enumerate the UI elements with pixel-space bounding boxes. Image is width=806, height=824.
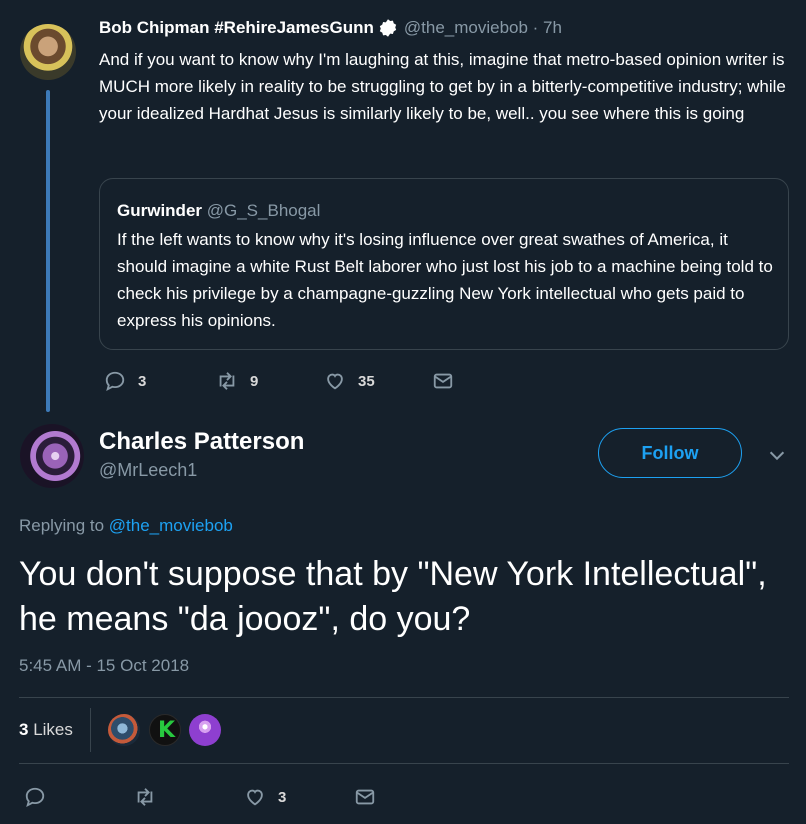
tweet-actions: 3: [24, 786, 384, 810]
author-handle-time[interactable]: @the_moviebob · 7h: [404, 18, 562, 38]
replying-to-link[interactable]: @the_moviebob: [109, 516, 233, 535]
like-count: 35: [358, 372, 375, 390]
like-icon: [247, 789, 263, 806]
author-name[interactable]: Charles Patterson: [99, 428, 304, 456]
divider: [19, 763, 789, 764]
retweet-icon: [219, 372, 235, 390]
likes-summary[interactable]: 3 Likes: [19, 720, 73, 740]
like-button[interactable]: 3: [244, 786, 286, 808]
follow-button[interactable]: Follow: [598, 428, 742, 478]
reply-count: 3: [138, 372, 147, 390]
tweet-timestamp[interactable]: 5:45 AM - 15 Oct 2018: [19, 656, 189, 676]
chevron-down-icon[interactable]: [766, 444, 788, 466]
likes-separator: [90, 708, 91, 752]
avatar[interactable]: [20, 424, 84, 488]
message-button[interactable]: [432, 370, 454, 392]
quoted-tweet[interactable]: Gurwinder @G_S_Bhogal If the left wants …: [99, 178, 789, 350]
parent-tweet-text: And if you want to know why I'm laughing…: [99, 50, 786, 123]
liker-avatar[interactable]: [189, 714, 221, 746]
reply-icon: [105, 371, 125, 392]
author-handle[interactable]: @MrLeech1: [99, 460, 197, 481]
retweet-icon: [137, 788, 153, 806]
liker-avatar[interactable]: [108, 714, 140, 746]
quoted-author-handle: @G_S_Bhogal: [206, 201, 321, 220]
retweet-button[interactable]: 9: [216, 370, 258, 392]
tweet-text: You don't suppose that by "New York Inte…: [19, 555, 767, 638]
author-name[interactable]: Bob Chipman #RehireJamesGunn: [99, 18, 374, 38]
avatar[interactable]: [20, 24, 76, 80]
like-icon: [327, 373, 343, 390]
message-button[interactable]: [354, 786, 376, 808]
replying-prefix: Replying to: [19, 516, 105, 535]
reply-icon: [25, 787, 45, 808]
likes-count: 3: [19, 720, 29, 739]
quoted-tweet-header: Gurwinder @G_S_Bhogal: [117, 201, 320, 221]
message-icon: [355, 789, 375, 805]
retweet-count: 9: [250, 372, 259, 390]
thread-line: [46, 90, 50, 412]
parent-tweet-actions: 3 9 35: [104, 370, 464, 394]
retweet-button[interactable]: [134, 786, 156, 808]
replying-to: Replying to @the_moviebob: [19, 516, 233, 536]
like-button[interactable]: 35: [324, 370, 375, 392]
quoted-tweet-text: If the left wants to know why it's losin…: [117, 230, 773, 330]
verified-icon: [379, 19, 397, 37]
divider: [19, 697, 789, 698]
like-count: 3: [278, 788, 287, 806]
parent-tweet-header: Bob Chipman #RehireJamesGunn @the_movieb…: [99, 18, 562, 38]
liker-avatar[interactable]: K: [149, 714, 181, 746]
quoted-author-name: Gurwinder: [117, 201, 203, 220]
likes-label: Likes: [33, 720, 73, 739]
reply-button[interactable]: 3: [104, 370, 146, 392]
reply-button[interactable]: [24, 786, 46, 808]
message-icon: [433, 373, 453, 389]
liker-avatar-logo: K: [158, 718, 176, 743]
